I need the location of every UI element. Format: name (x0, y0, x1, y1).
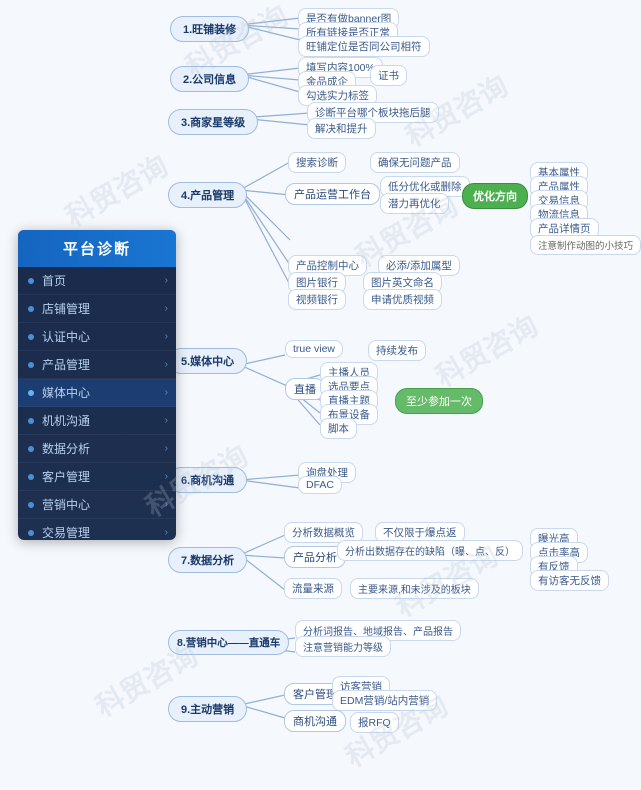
sidebar-dot (28, 502, 34, 508)
s7-traffic: 流量来源 (284, 578, 342, 599)
s1-item3: 旺铺定位是否同公司相符 (298, 36, 430, 57)
sidebar-title: 平台诊断 (18, 230, 176, 267)
sidebar-dot (28, 446, 34, 452)
s3-item2: 解决和提升 (307, 118, 376, 139)
sidebar-item-data[interactable]: 数据分析 › (18, 435, 176, 463)
section7-label: 7.数据分析 (168, 547, 247, 573)
section3-label: 3.商家星等级 (168, 109, 258, 135)
sidebar-dot (28, 334, 34, 340)
s4-search: 搜索诊断 (288, 152, 346, 173)
s5-highlight: 至少参加一次 (395, 388, 483, 414)
s7-product-sub: 分析出数据存在的缺陷（曝、点、反） (337, 540, 523, 561)
sidebar-item-marketing[interactable]: 营销中心 › (18, 491, 176, 519)
sidebar-arrow: › (165, 387, 168, 398)
sidebar-label-home: 首页 (42, 272, 66, 289)
sidebar-label-marketing: 营销中心 (42, 496, 90, 513)
s2-cert: 证书 (370, 65, 407, 86)
s4-search-sub: 确保无问题产品 (370, 152, 460, 173)
sidebar-dot (28, 278, 34, 284)
sidebar-arrow: › (165, 275, 168, 286)
sidebar-label-trade: 交易管理 (42, 524, 90, 540)
sidebar: 平台诊断 首页 › 店铺管理 › 认证中心 › 产品管理 › 媒体中心 › 机机… (18, 230, 176, 540)
sidebar-item-cert[interactable]: 认证中心 › (18, 323, 176, 351)
s5-live-5: 脚本 (320, 418, 357, 439)
sidebar-dot (28, 474, 34, 480)
sidebar-label-comms: 机机沟通 (42, 412, 90, 429)
sidebar-arrow: › (165, 359, 168, 370)
sidebar-arrow: › (165, 527, 168, 538)
sidebar-arrow: › (165, 499, 168, 510)
sidebar-item-trade[interactable]: 交易管理 › (18, 519, 176, 540)
sidebar-item-media[interactable]: 媒体中心 › (18, 379, 176, 407)
s7-traffic-sub: 主要来源,和未涉及的板块 (350, 578, 479, 599)
s4-ops-sub2: 潜力再优化 (380, 193, 449, 214)
s4-vid: 视频银行 (288, 289, 346, 310)
sidebar-label-media: 媒体中心 (42, 384, 90, 401)
sidebar-item-home[interactable]: 首页 › (18, 267, 176, 295)
sidebar-dot (28, 306, 34, 312)
s7-leaf4: 有访客无反馈 (530, 570, 609, 591)
s5-live: 直播 (285, 378, 325, 400)
sidebar-label-cert: 认证中心 (42, 328, 90, 345)
sidebar-item-product[interactable]: 产品管理 › (18, 351, 176, 379)
s9-c2: EDM营销/站内营销 (332, 690, 437, 711)
s9-b1: 报RFQ (350, 712, 399, 733)
sidebar-dot (28, 362, 34, 368)
section4-label: 4.产品管理 (168, 182, 247, 208)
sidebar-item-customer[interactable]: 客户管理 › (18, 463, 176, 491)
sidebar-arrow: › (165, 415, 168, 426)
sidebar-label-shop: 店铺管理 (42, 300, 90, 317)
sidebar-label-data: 数据分析 (42, 440, 90, 457)
sidebar-arrow: › (165, 471, 168, 482)
section2-label: 2.公司信息 (170, 66, 249, 92)
section8-label: 8.营销中心——直通车 (168, 630, 289, 655)
s9-biz: 商机沟通 (284, 710, 346, 732)
s6-item2: DFAC (298, 476, 342, 494)
s4-note: 注意制作动图的小技巧 (530, 235, 641, 255)
s8-item2: 注意营销能力等级 (295, 636, 391, 657)
section5-label: 5.媒体中心 (168, 348, 247, 374)
section1-label: 1.旺铺装修 (170, 16, 249, 42)
s5-tv-sub: 持续发布 (368, 340, 426, 361)
s4-highlight: 优化方向 (462, 183, 528, 209)
sidebar-label-product: 产品管理 (42, 356, 90, 373)
sidebar-arrow: › (165, 331, 168, 342)
sidebar-arrow: › (165, 443, 168, 454)
sidebar-item-shop[interactable]: 店铺管理 › (18, 295, 176, 323)
sidebar-item-comms[interactable]: 机机沟通 › (18, 407, 176, 435)
sidebar-dot (28, 530, 34, 536)
sidebar-dot (28, 418, 34, 424)
section6-label: 6.商机沟通 (168, 467, 247, 493)
sidebar-dot-active (28, 390, 34, 396)
s4-vid-sub: 申请优质视频 (363, 289, 442, 310)
sidebar-label-customer: 客户管理 (42, 468, 90, 485)
s4-ops: 产品运营工作台 (285, 183, 380, 205)
sidebar-arrow: › (165, 303, 168, 314)
section9-label: 9.主动营销 (168, 696, 247, 722)
s5-tv: true view (285, 340, 343, 358)
